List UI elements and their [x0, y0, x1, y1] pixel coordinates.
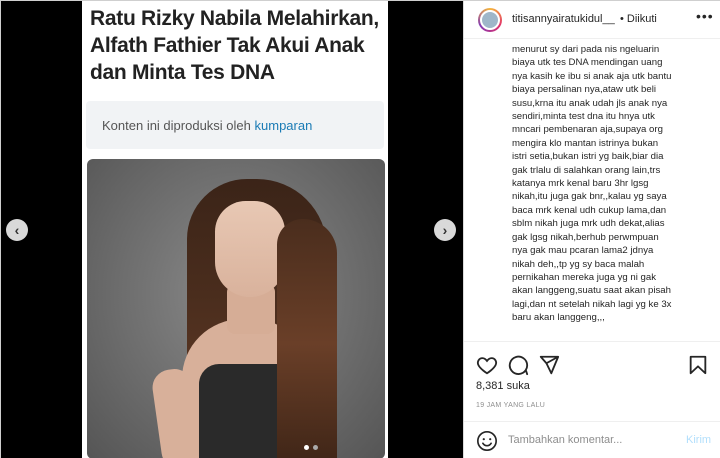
headline-line-2: Alfath Fathier Tak Akui Anak: [90, 34, 365, 57]
headline-line-1: Ratu Rizky Nabila Melahirkan,: [90, 7, 379, 30]
more-options-icon[interactable]: •••: [696, 8, 714, 24]
instagram-post-modal: Ratu Rizky Nabila Melahirkan, Alfath Fat…: [0, 0, 720, 458]
post-actions: 8,381 suka 19 JAM YANG LALU: [464, 341, 720, 421]
comment-line: gak lgsg nikah,berhub perwmpuan: [512, 231, 659, 243]
comment-line: istri setia,bukan istri yg baik,biar dia: [512, 151, 664, 163]
follow-status[interactable]: • Diikuti: [620, 13, 657, 25]
photo-face: [215, 201, 285, 297]
comment-line: nikah deh,,tp yg sy baca malah: [512, 258, 645, 270]
share-icon[interactable]: [538, 354, 560, 376]
comment-line: katanya mrk kenal baru 3hr lgsg: [512, 178, 649, 190]
comment-line: lagi,dan nt setelah nikah lagi yg ke 3x: [512, 298, 672, 310]
source-prefix: Konten ini diproduksi oleh: [102, 118, 251, 133]
carousel-dot-2: [313, 445, 318, 450]
comment-line: sendiri,minta test dna itu hnya utk: [512, 111, 655, 123]
carousel-dot-1: [304, 445, 309, 450]
username-link[interactable]: titisannyairatukidul__: [512, 13, 615, 25]
comment-line: menurut sy dari pada nis ngeluarin: [512, 44, 660, 55]
carousel-prev-button[interactable]: ‹: [6, 219, 28, 241]
comment-line: biaya utk tes DNA mendingan uang: [512, 57, 663, 69]
comment-icon[interactable]: [507, 354, 529, 376]
post-media-area: Ratu Rizky Nabila Melahirkan, Alfath Fat…: [1, 1, 463, 458]
comment-line: mengira klo mantan istrinya bukan: [512, 137, 659, 149]
post-image[interactable]: Ratu Rizky Nabila Melahirkan, Alfath Fat…: [82, 1, 388, 458]
send-button[interactable]: Kirim: [686, 434, 711, 446]
post-timestamp: 19 JAM YANG LALU: [476, 402, 546, 409]
comment-line: nya gak mau pcaran lama2 jdnya: [512, 245, 654, 257]
comment-line: susu,krna itu anak udah jls anak nya: [512, 97, 668, 109]
comment-line: sblm nikah juga mrk udh dekat,alias: [512, 218, 665, 230]
source-link: kumparan: [254, 118, 313, 133]
heart-icon[interactable]: [476, 354, 498, 376]
comment-line: baru akan langgeng,,,: [512, 312, 605, 324]
woman-photo: [87, 159, 385, 458]
comment-line: nikah,itu juga gak bnr,,kalau yg saya: [512, 191, 667, 203]
carousel-next-button[interactable]: ›: [434, 219, 456, 241]
comment-line: mncari pembenaran aja,supaya org: [512, 124, 663, 136]
article-headline: Ratu Rizky Nabila Melahirkan, Alfath Fat…: [90, 5, 386, 86]
comment-line: nya kasih ke ibu si anak aja utk bantu: [512, 70, 672, 82]
avatar-image: [480, 10, 500, 30]
comment-line: pernikahan mereka juga yg ni gak: [512, 271, 656, 283]
post-details-panel: titisannyairatukidul__ • Diikuti ••• men…: [463, 1, 720, 458]
emoji-icon[interactable]: [476, 430, 498, 452]
comment-bar: Tambahkan komentar... Kirim: [464, 421, 720, 458]
comment-line: biaya persalinan nya,ataw utk beli: [512, 84, 656, 96]
avatar[interactable]: [478, 8, 502, 32]
source-text: Konten ini diproduksi oleh kumparan: [102, 118, 312, 133]
bookmark-icon[interactable]: [687, 354, 709, 376]
comment-line: gak trlalu di salahkan orang lain,trs: [512, 164, 661, 176]
comment-text: menurut sy dari pada nis ngeluarin biaya …: [512, 43, 708, 339]
comment-line: akan langgeng,suatu saat akan pisah: [512, 285, 671, 297]
comment-line: baca mrk kenal udh cukup lama,dan: [512, 204, 667, 216]
headline-line-3: dan Minta Tes DNA: [90, 61, 275, 84]
post-header: titisannyairatukidul__ • Diikuti •••: [464, 1, 720, 39]
like-count[interactable]: 8,381 suka: [476, 380, 530, 392]
photo-hair-front: [277, 219, 337, 458]
source-box: Konten ini diproduksi oleh kumparan: [86, 101, 384, 149]
carousel-dots: [304, 445, 318, 450]
comment-input[interactable]: Tambahkan komentar...: [508, 434, 622, 446]
